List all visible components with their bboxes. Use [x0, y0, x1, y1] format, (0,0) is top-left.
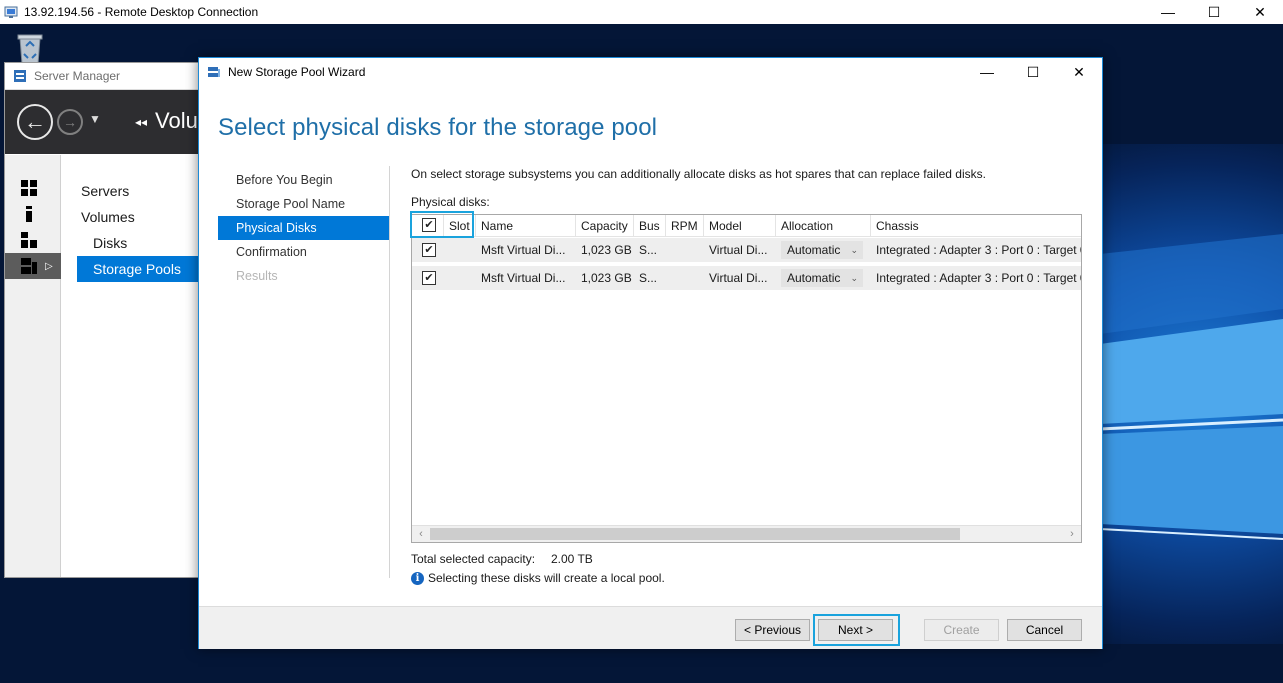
server-manager-body: ▷ Servers Volumes Disks Storage Pools [5, 155, 203, 577]
table-header: ✔ Slot Name Capacity Bus RPM Model Alloc… [412, 215, 1081, 237]
select-all-highlight [410, 211, 474, 238]
allocation-dropdown[interactable]: Automatic ⌄ [781, 241, 863, 259]
cell-chassis: Integrated : Adapter 3 : Port 0 : Target… [876, 271, 1082, 285]
cell-model: Virtual Di... [709, 243, 768, 257]
recycle-bin-icon[interactable] [10, 32, 50, 66]
create-button: Create [924, 619, 999, 641]
dashboard-icon[interactable] [5, 175, 61, 201]
local-server-icon[interactable] [5, 201, 61, 227]
row-checkbox[interactable]: ✔ [422, 271, 436, 285]
total-capacity-label: Total selected capacity: [411, 552, 536, 566]
rdp-window-title: 13.92.194.56 - Remote Desktop Connection [24, 5, 259, 19]
column-capacity[interactable]: Capacity [576, 215, 634, 237]
breadcrumb-label: Volu [155, 108, 198, 133]
wizard-steps: Before You Begin Storage Pool Name Physi… [218, 168, 389, 288]
column-rpm[interactable]: RPM [666, 215, 704, 237]
cell-bus: S... [639, 243, 658, 257]
column-bus[interactable]: Bus [634, 215, 666, 237]
total-capacity-value: 2.00 TB [551, 552, 593, 566]
sidebar-item-disks[interactable]: Disks [77, 230, 203, 256]
allocation-value: Automatic [787, 243, 841, 257]
storage-pool-icon [208, 67, 220, 77]
info-text: Selecting these disks will create a loca… [428, 571, 665, 585]
column-model[interactable]: Model [704, 215, 776, 237]
server-manager-header: ← → ▼ ◂◂ Volu [5, 90, 203, 154]
step-results: Results [236, 269, 278, 283]
rdp-maximize-button[interactable]: ☐ [1191, 0, 1237, 24]
new-storage-pool-wizard[interactable]: New Storage Pool Wizard — ☐ ✕ Select phy… [198, 57, 1103, 649]
sidebar-item-volumes[interactable]: Volumes [77, 204, 203, 230]
previous-button[interactable]: < Previous [735, 619, 810, 641]
allocation-value: Automatic [787, 271, 841, 285]
hot-spare-description: On select storage subsystems you can add… [411, 167, 986, 181]
server-manager-window[interactable]: Server Manager ← → ▼ ◂◂ Volu ▷ Servers Vo… [4, 62, 204, 578]
info-icon: i [411, 571, 424, 585]
breadcrumb: ◂◂ Volu [135, 108, 198, 134]
cell-slot [444, 266, 476, 290]
physical-disks-table[interactable]: ✔ Slot Name Capacity Bus RPM Model Alloc… [411, 214, 1082, 543]
double-chevron-left-icon: ◂◂ [135, 115, 148, 130]
sidebar-nav: Servers Volumes Disks Storage Pools [77, 155, 203, 282]
server-manager-title-bar: Server Manager [5, 63, 203, 90]
cell-capacity: 1,023 GB [581, 271, 632, 285]
physical-disks-label: Physical disks: [411, 195, 490, 209]
rdp-close-button[interactable]: ✕ [1237, 0, 1283, 24]
cell-model: Virtual Di... [709, 271, 768, 285]
column-allocation[interactable]: Allocation [776, 215, 871, 237]
back-arrow-icon[interactable]: ← [17, 104, 53, 140]
chevron-down-icon[interactable]: ▼ [89, 112, 101, 126]
server-manager-icon [14, 70, 26, 82]
all-servers-icon[interactable] [5, 227, 61, 253]
sidebar-item-storage-pools[interactable]: Storage Pools [77, 256, 203, 282]
scroll-left-icon[interactable]: ‹ [413, 527, 429, 541]
step-confirmation[interactable]: Confirmation [218, 240, 389, 264]
wizard-close-button[interactable]: ✕ [1056, 58, 1102, 86]
wizard-title: New Storage Pool Wizard [228, 65, 366, 79]
rdp-title-bar: 13.92.194.56 - Remote Desktop Connection… [0, 0, 1283, 24]
sidebar-item-servers[interactable]: Servers [77, 178, 203, 204]
scrollbar-thumb[interactable] [430, 528, 960, 540]
cell-name: Msft Virtual Di... [481, 243, 566, 257]
table-row[interactable]: ✔ Msft Virtual Di... 1,023 GB S... Virtu… [412, 238, 1081, 262]
expand-arrow-icon: ▷ [45, 260, 53, 272]
step-before-you-begin[interactable]: Before You Begin [218, 168, 389, 192]
column-chassis[interactable]: Chassis [871, 215, 1081, 237]
chevron-down-icon: ⌄ [850, 245, 858, 255]
horizontal-scrollbar[interactable]: ‹ › [412, 525, 1081, 542]
wizard-minimize-button[interactable]: — [964, 58, 1010, 86]
column-name[interactable]: Name [476, 215, 576, 237]
wizard-maximize-button[interactable]: ☐ [1010, 58, 1056, 86]
row-checkbox[interactable]: ✔ [422, 243, 436, 257]
cell-slot [444, 238, 476, 262]
file-storage-services-icon[interactable]: ▷ [5, 253, 61, 279]
step-physical-disks[interactable]: Physical Disks [218, 216, 389, 240]
windows-logo-wallpaper [1100, 234, 1283, 540]
allocation-dropdown[interactable]: Automatic ⌄ [781, 269, 863, 287]
forward-arrow-icon[interactable]: → [57, 109, 83, 135]
sidebar-rail: ▷ [5, 155, 61, 577]
chevron-down-icon: ⌄ [850, 273, 858, 283]
remote-desktop-icon [4, 6, 18, 18]
scroll-right-icon[interactable]: › [1064, 527, 1080, 541]
rdp-minimize-button[interactable]: — [1145, 0, 1191, 24]
divider [389, 166, 390, 578]
next-button-highlight [813, 614, 900, 646]
cell-rpm [666, 266, 704, 290]
info-message: i Selecting these disks will create a lo… [411, 571, 665, 585]
cell-rpm [666, 238, 704, 262]
server-manager-title: Server Manager [34, 69, 121, 83]
cancel-button[interactable]: Cancel [1007, 619, 1082, 641]
table-row[interactable]: ✔ Msft Virtual Di... 1,023 GB S... Virtu… [412, 266, 1081, 290]
cell-capacity: 1,023 GB [581, 243, 632, 257]
cell-name: Msft Virtual Di... [481, 271, 566, 285]
step-storage-pool-name[interactable]: Storage Pool Name [218, 192, 389, 216]
page-title: Select physical disks for the storage po… [218, 114, 658, 141]
total-capacity: Total selected capacity: 2.00 TB [411, 552, 593, 566]
wizard-footer: < Previous Next > Create Cancel [199, 606, 1102, 649]
cell-bus: S... [639, 271, 658, 285]
cell-chassis: Integrated : Adapter 3 : Port 0 : Target… [876, 243, 1082, 257]
